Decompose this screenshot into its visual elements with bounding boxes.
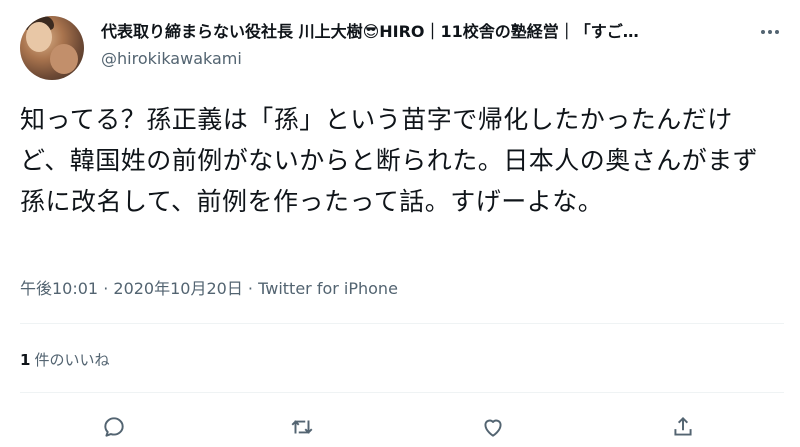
meta-separator: · [98,279,114,298]
action-bar [0,407,800,447]
retweet-icon [291,420,313,434]
like-button[interactable] [477,411,509,443]
likes-count[interactable]: 1 件のいいね [20,350,109,370]
avatar[interactable] [20,16,84,80]
more-icon [768,30,772,34]
like-count-label: 件のいいね [34,351,110,369]
reply-icon [104,417,124,437]
meta-separator: · [242,279,259,298]
tweet-date[interactable]: 2020年10月20日 [113,279,242,298]
share-icon [674,416,692,436]
like-count-number: 1 [20,351,31,369]
tweet-meta: 午後10:01 · 2020年10月20日 · Twitter for iPho… [20,278,398,300]
more-options-button[interactable] [756,18,784,46]
tweet-source[interactable]: Twitter for iPhone [258,279,398,298]
more-icon [761,30,765,34]
like-icon [484,419,502,437]
share-button[interactable] [667,411,699,443]
author-handle[interactable]: @hirokikawakami [101,49,242,69]
avatar-face [50,44,78,74]
author-display-name[interactable]: 代表取り締まらない役社長 川上大樹😎HIRO｜11校舎の塾経営｜「すご… [101,21,741,43]
tweet-time[interactable]: 午後10:01 [20,279,98,298]
reply-button[interactable] [98,411,130,443]
divider [20,323,784,324]
avatar-face [26,22,52,52]
retweet-button[interactable] [286,411,318,443]
divider [20,392,784,393]
more-icon [775,30,779,34]
tweet-text: 知ってる？孫正義は「孫」という苗字で帰化したかったんだけど、韓国姓の前例がないか… [20,105,759,216]
